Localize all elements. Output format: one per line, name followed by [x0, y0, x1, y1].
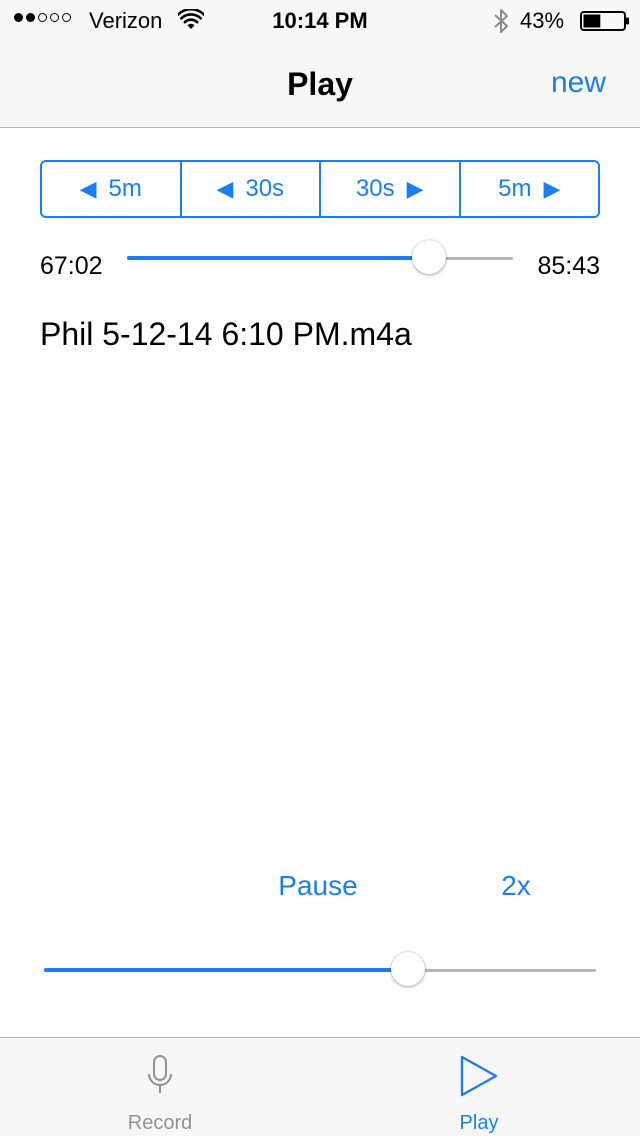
- bluetooth-icon: [494, 9, 508, 33]
- slider-fill: [44, 968, 408, 972]
- progress-slider[interactable]: [127, 240, 513, 276]
- file-name: Phil 5-12-14 6:10 PM.m4a: [40, 316, 412, 352]
- play-icon: [460, 1055, 498, 1097]
- slider-thumb[interactable]: [391, 952, 425, 986]
- segment-label: 30s: [355, 175, 395, 202]
- skip-forward-5m-button[interactable]: 5m ▶: [458, 162, 599, 216]
- segment-label: 5m: [498, 175, 532, 202]
- skip-back-5m-button[interactable]: ◀ 5m: [42, 162, 180, 216]
- skip-segmented-control: ◀ 5m ◀ 30s 30s ▶ 5m ▶: [40, 160, 600, 218]
- arrow-left-icon: ◀: [216, 176, 234, 201]
- tab-label: Record: [127, 1112, 193, 1134]
- tab-label: Play: [459, 1112, 499, 1134]
- playback-speed-slider[interactable]: [44, 952, 596, 988]
- status-bar: Verizon 10:14 PM 43%: [0, 0, 640, 40]
- tab-play[interactable]: Play: [399, 1038, 559, 1136]
- slider-thumb[interactable]: [412, 240, 446, 274]
- elapsed-time: 67:02: [40, 252, 103, 280]
- battery-percentage: 43%: [520, 8, 565, 33]
- microphone-icon: [148, 1055, 172, 1093]
- nav-title: Play: [287, 66, 353, 102]
- slider-fill: [127, 256, 429, 260]
- tab-record[interactable]: Record: [80, 1038, 240, 1136]
- skip-back-30s-button[interactable]: ◀ 30s: [179, 162, 320, 216]
- total-time: 85:43: [537, 252, 600, 280]
- top-bar: Verizon 10:14 PM 43% Play new: [0, 0, 640, 128]
- arrow-left-icon: ◀: [79, 176, 97, 201]
- segment-label: 30s: [245, 175, 285, 202]
- new-button[interactable]: new: [551, 66, 606, 100]
- segment-label: 5m: [108, 175, 142, 202]
- battery-icon: [580, 11, 629, 31]
- tab-bar: Record Play: [0, 1037, 640, 1136]
- arrow-right-icon: ▶: [543, 176, 561, 201]
- speed-button[interactable]: 2x: [501, 870, 531, 902]
- skip-forward-30s-button[interactable]: 30s ▶: [319, 162, 459, 216]
- arrow-right-icon: ▶: [406, 176, 424, 201]
- pause-button[interactable]: Pause: [278, 870, 357, 902]
